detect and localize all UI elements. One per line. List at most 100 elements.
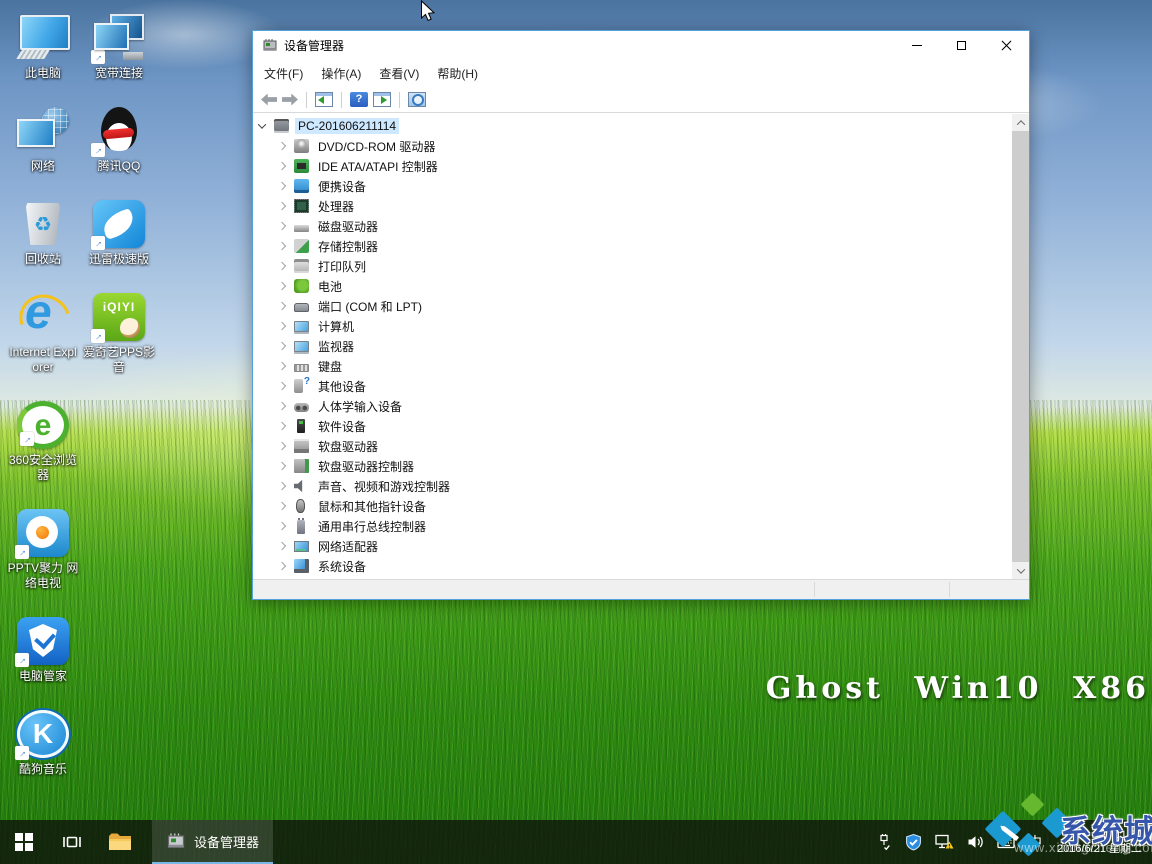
iqiyi-icon <box>93 293 145 341</box>
desktop-icon-broadband[interactable]: 宽带连接 <box>82 14 156 81</box>
usb-safely-remove-icon[interactable] <box>876 834 892 850</box>
chevron-down-icon[interactable] <box>258 120 266 128</box>
tree-item[interactable]: DVD/CD-ROM 驱动器 <box>253 136 1012 156</box>
chevron-right-icon[interactable] <box>278 302 286 310</box>
chevron-right-icon[interactable] <box>278 202 286 210</box>
desktop-icon-recycle-bin[interactable]: 回收站 <box>6 200 80 267</box>
tree-item[interactable]: 网络适配器 <box>253 536 1012 556</box>
chevron-right-icon[interactable] <box>278 262 286 270</box>
chevron-right-icon[interactable] <box>278 342 286 350</box>
chevron-right-icon[interactable] <box>278 522 286 530</box>
vertical-scrollbar[interactable] <box>1012 114 1029 579</box>
minimize-button[interactable] <box>894 31 939 59</box>
chevron-right-icon[interactable] <box>278 382 286 390</box>
task-view-button[interactable] <box>48 820 96 864</box>
help-button[interactable] <box>350 92 368 107</box>
desktop-icon-label: PPTV聚力 网络电视 <box>6 561 80 591</box>
chevron-right-icon[interactable] <box>278 542 286 550</box>
keyboard-icon <box>294 364 309 372</box>
properties-button[interactable] <box>373 92 391 107</box>
tree-item[interactable]: 鼠标和其他指针设备 <box>253 496 1012 516</box>
chevron-right-icon[interactable] <box>278 362 286 370</box>
tree-item[interactable]: 键盘 <box>253 356 1012 376</box>
qq-icon <box>93 107 145 155</box>
scroll-down-arrow[interactable] <box>1012 562 1029 579</box>
chevron-right-icon[interactable] <box>278 242 286 250</box>
tree-item[interactable]: 端口 (COM 和 LPT) <box>253 296 1012 316</box>
menu-action[interactable]: 操作(A) <box>312 61 370 86</box>
tree-item[interactable]: 声音、视频和游戏控制器 <box>253 476 1012 496</box>
maximize-button[interactable] <box>939 31 984 59</box>
chevron-right-icon[interactable] <box>278 442 286 450</box>
desktop-icon-this-pc[interactable]: 此电脑 <box>6 14 80 81</box>
chevron-right-icon[interactable] <box>278 142 286 150</box>
tree-item[interactable]: 软盘驱动器 <box>253 436 1012 456</box>
file-explorer-button[interactable] <box>96 820 144 864</box>
tree-item[interactable]: 软件设备 <box>253 416 1012 436</box>
desktop-icon-pcmgr[interactable]: 电脑管家 <box>6 617 80 684</box>
tree-item[interactable]: 电池 <box>253 276 1012 296</box>
tree-item-label: 软件设备 <box>315 417 369 436</box>
scroll-up-arrow[interactable] <box>1012 114 1029 131</box>
tree-item-label: 其他设备 <box>315 377 369 396</box>
tree-item[interactable]: 便携设备 <box>253 176 1012 196</box>
tree-item[interactable]: 软盘驱动器控制器 <box>253 456 1012 476</box>
pc-manager-shield-icon[interactable] <box>905 834 922 851</box>
chevron-right-icon[interactable] <box>278 282 286 290</box>
desktop-icon-network[interactable]: 网络 <box>6 107 80 174</box>
start-button[interactable] <box>0 820 48 864</box>
tree-item[interactable]: 系统设备 <box>253 556 1012 576</box>
volume-icon[interactable] <box>967 834 984 850</box>
chevron-right-icon[interactable] <box>278 182 286 190</box>
desktop-icon-360[interactable]: 360安全浏览器 <box>6 401 80 483</box>
taskbar-active-task[interactable]: 设备管理器 <box>152 820 273 864</box>
ime-language-indicator[interactable]: 中 <box>1028 832 1042 852</box>
scrollbar-thumb[interactable] <box>1012 131 1029 562</box>
touch-keyboard-icon[interactable] <box>997 835 1015 850</box>
chevron-right-icon[interactable] <box>278 482 286 490</box>
tree-item[interactable]: 存储控制器 <box>253 236 1012 256</box>
menu-file[interactable]: 文件(F) <box>255 61 312 86</box>
chevron-right-icon[interactable] <box>278 322 286 330</box>
desktop-icon-thunder[interactable]: 迅雷极速版 <box>82 200 156 267</box>
menu-help[interactable]: 帮助(H) <box>428 61 487 86</box>
tree-item-label: 打印队列 <box>315 257 369 276</box>
forward-button[interactable] <box>282 94 298 106</box>
chevron-right-icon[interactable] <box>278 462 286 470</box>
taskbar-clock[interactable]: 11:50 2016/6/21 星期二 <box>1057 828 1142 856</box>
tree-item-label: 软盘驱动器 <box>315 437 381 456</box>
desktop-icon-ie[interactable]: Internet Explorer <box>6 293 80 375</box>
chevron-right-icon[interactable] <box>278 222 286 230</box>
tree-item[interactable]: 处理器 <box>253 196 1012 216</box>
tree-item[interactable]: IDE ATA/ATAPI 控制器 <box>253 156 1012 176</box>
tree-item-label: 网络适配器 <box>315 537 381 556</box>
tree-item-label: 便携设备 <box>315 177 369 196</box>
tree-item[interactable]: 计算机 <box>253 316 1012 336</box>
chevron-right-icon[interactable] <box>278 562 286 570</box>
tree-item[interactable]: 通用串行总线控制器 <box>253 516 1012 536</box>
network-status-warning-icon[interactable] <box>935 834 954 850</box>
tree-item[interactable]: 其他设备 <box>253 376 1012 396</box>
tree-item[interactable]: 磁盘驱动器 <box>253 216 1012 236</box>
back-button[interactable] <box>261 94 277 106</box>
tree-item[interactable]: 监视器 <box>253 336 1012 356</box>
chevron-right-icon[interactable] <box>278 422 286 430</box>
chevron-right-icon[interactable] <box>278 402 286 410</box>
tree-item[interactable]: 人体学输入设备 <box>253 396 1012 416</box>
desktop-icon-qq[interactable]: 腾讯QQ <box>82 107 156 174</box>
close-button[interactable] <box>984 31 1029 59</box>
window-titlebar[interactable]: 设备管理器 <box>253 31 1029 59</box>
logo-diamond-green <box>1020 792 1044 816</box>
show-console-tree-button[interactable] <box>315 92 333 107</box>
chevron-right-icon[interactable] <box>278 502 286 510</box>
device-tree: PC-201606211114 DVD/CD-ROM 驱动器 IDE ATA/A… <box>253 114 1029 579</box>
tree-item[interactable]: 打印队列 <box>253 256 1012 276</box>
desktop-icon-iqiyi[interactable]: 爱奇艺PPS影音 <box>82 293 156 375</box>
network-icon <box>17 107 69 155</box>
desktop-icon-kugou[interactable]: 酷狗音乐 <box>6 710 80 777</box>
tree-root-item[interactable]: PC-201606211114 <box>253 116 1012 136</box>
menu-view[interactable]: 查看(V) <box>370 61 428 86</box>
chevron-right-icon[interactable] <box>278 162 286 170</box>
desktop-icon-pptv[interactable]: PPTV聚力 网络电视 <box>6 509 80 591</box>
scan-hardware-changes-button[interactable] <box>408 92 426 107</box>
